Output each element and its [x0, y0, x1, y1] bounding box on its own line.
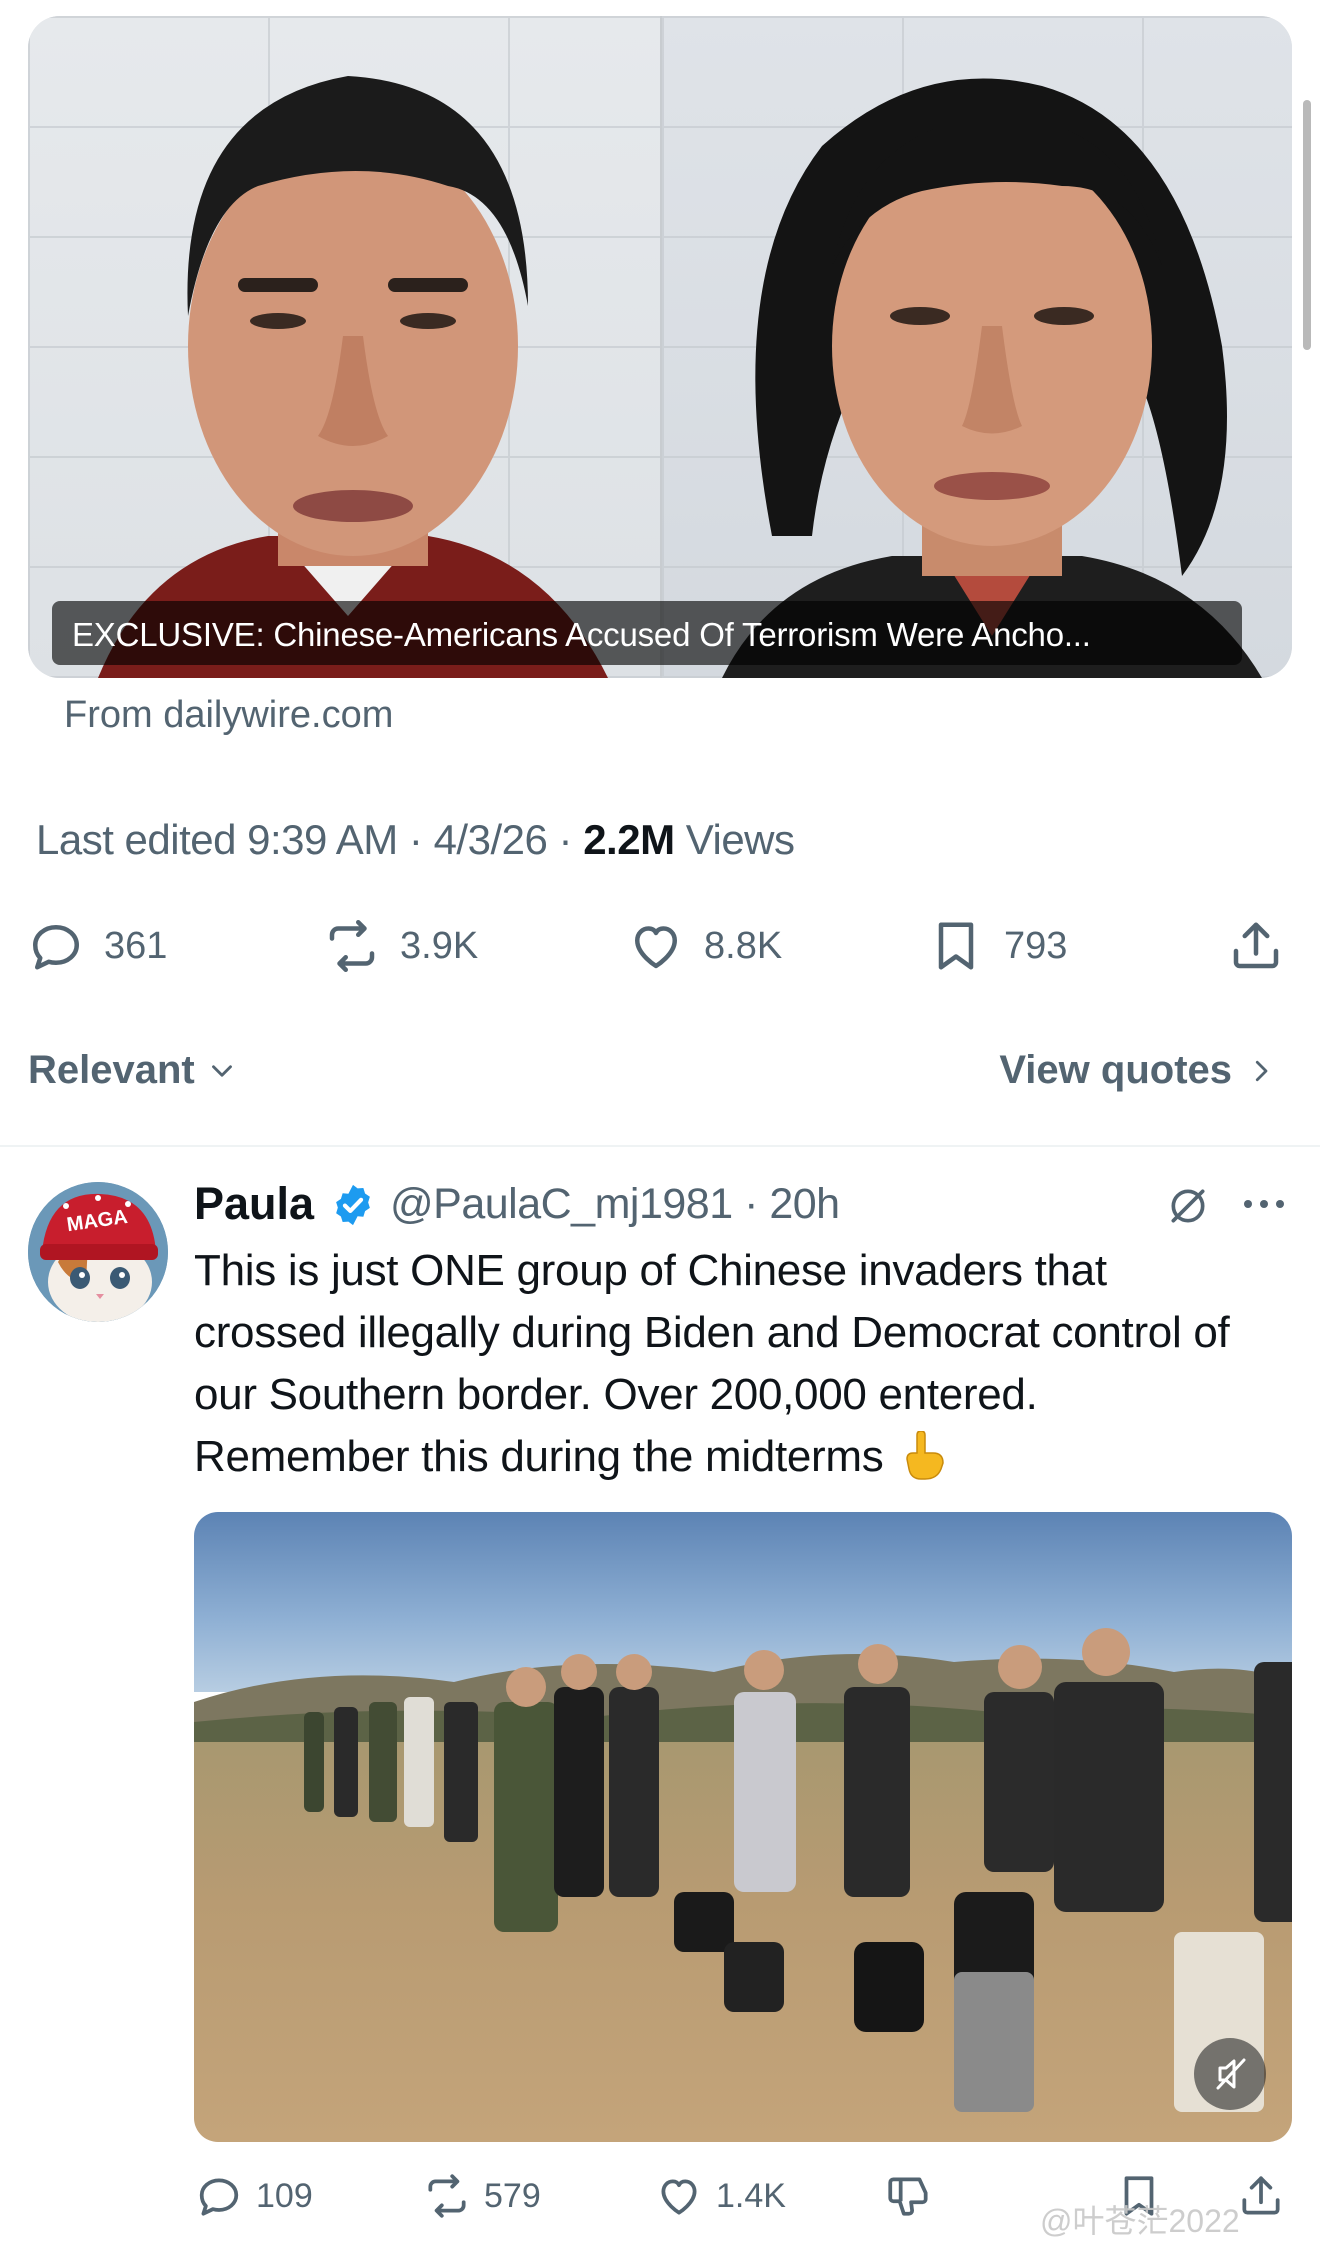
mugshot-left	[28, 16, 660, 678]
pointing-down-emoji-icon	[906, 1431, 945, 1480]
reply-reply-button[interactable]: 109	[194, 2160, 313, 2232]
reply-repost-button[interactable]: 579	[422, 2160, 541, 2232]
reply-downvote-button[interactable]	[884, 2160, 934, 2232]
share-icon	[1242, 2176, 1280, 2215]
post-meta: Last edited 9:39 AM · 4/3/26 · 2.2M View…	[36, 816, 795, 863]
reply-share-button[interactable]	[1236, 2160, 1286, 2232]
thumbs-down-icon	[888, 2177, 928, 2216]
reply-repost-count: 579	[484, 2176, 541, 2215]
sort-dropdown[interactable]: Relevant	[28, 1048, 239, 1093]
repost-icon	[428, 2174, 466, 2218]
link-card-headline: EXCLUSIVE: Chinese-Americans Accused Of …	[72, 616, 1091, 653]
reply-count: 361	[104, 924, 168, 967]
grok-icon[interactable]	[1166, 1184, 1210, 1228]
mugshot-right	[660, 16, 1292, 678]
views-count: 2.2M	[583, 816, 675, 863]
avatar[interactable]: MAGA	[28, 1182, 168, 1322]
verified-badge-icon	[336, 1184, 370, 1226]
bookmark-icon	[938, 922, 974, 970]
like-button[interactable]: 8.8K	[626, 910, 782, 982]
reply-icon	[33, 925, 79, 970]
like-count: 8.8K	[704, 924, 783, 967]
watermark: @叶苍茫2022	[1040, 2203, 1240, 2239]
reply-button[interactable]: 361	[26, 910, 167, 982]
view-quotes-link[interactable]: View quotes	[999, 1048, 1276, 1093]
repost-button[interactable]: 3.9K	[322, 910, 478, 982]
views-label: Views	[674, 816, 795, 863]
view-quotes-label: View quotes	[999, 1048, 1232, 1092]
repost-count: 3.9K	[400, 924, 479, 967]
link-source[interactable]: From dailywire.com	[64, 694, 393, 737]
author-name[interactable]: Paula	[194, 1178, 314, 1230]
sort-label: Relevant	[28, 1048, 195, 1092]
link-card-image[interactable]: EXCLUSIVE: Chinese-Americans Accused Of …	[28, 16, 1292, 678]
share-button[interactable]	[1226, 910, 1286, 982]
chevron-down-icon	[211, 1064, 232, 1077]
post-action-bar: 361 3.9K 8.8K 793	[0, 910, 1320, 982]
scrollbar[interactable]	[1303, 100, 1311, 350]
speaker-muted-icon	[1216, 2058, 1246, 2090]
bookmark-button[interactable]: 793	[926, 910, 1067, 982]
mute-button[interactable]	[1194, 2038, 1266, 2110]
replies-sort-row: Relevant View quotes	[0, 1040, 1320, 1104]
reply-reply-count: 109	[256, 2176, 313, 2215]
edited-timestamp[interactable]: Last edited 9:39 AM · 4/3/26	[36, 816, 548, 863]
video-media[interactable]	[194, 1512, 1292, 2142]
reply-like-button[interactable]: 1.4K	[654, 2160, 786, 2232]
reply-like-count: 1.4K	[716, 2176, 786, 2215]
heart-icon	[661, 2179, 697, 2215]
bookmark-count: 793	[1004, 924, 1068, 967]
author-handle[interactable]: @PaulaC_mj1981 · 20h	[390, 1180, 840, 1229]
heart-icon	[635, 926, 677, 969]
repost-icon	[329, 920, 375, 972]
reply-icon	[199, 2178, 239, 2216]
video-people	[304, 1628, 1292, 2112]
share-icon	[1233, 922, 1279, 969]
reply-text: This is just ONE group of Chinese invade…	[194, 1246, 1230, 1481]
more-icon[interactable]	[1240, 1196, 1288, 1212]
chevron-right-icon	[1255, 1060, 1268, 1081]
divider	[0, 1145, 1320, 1147]
